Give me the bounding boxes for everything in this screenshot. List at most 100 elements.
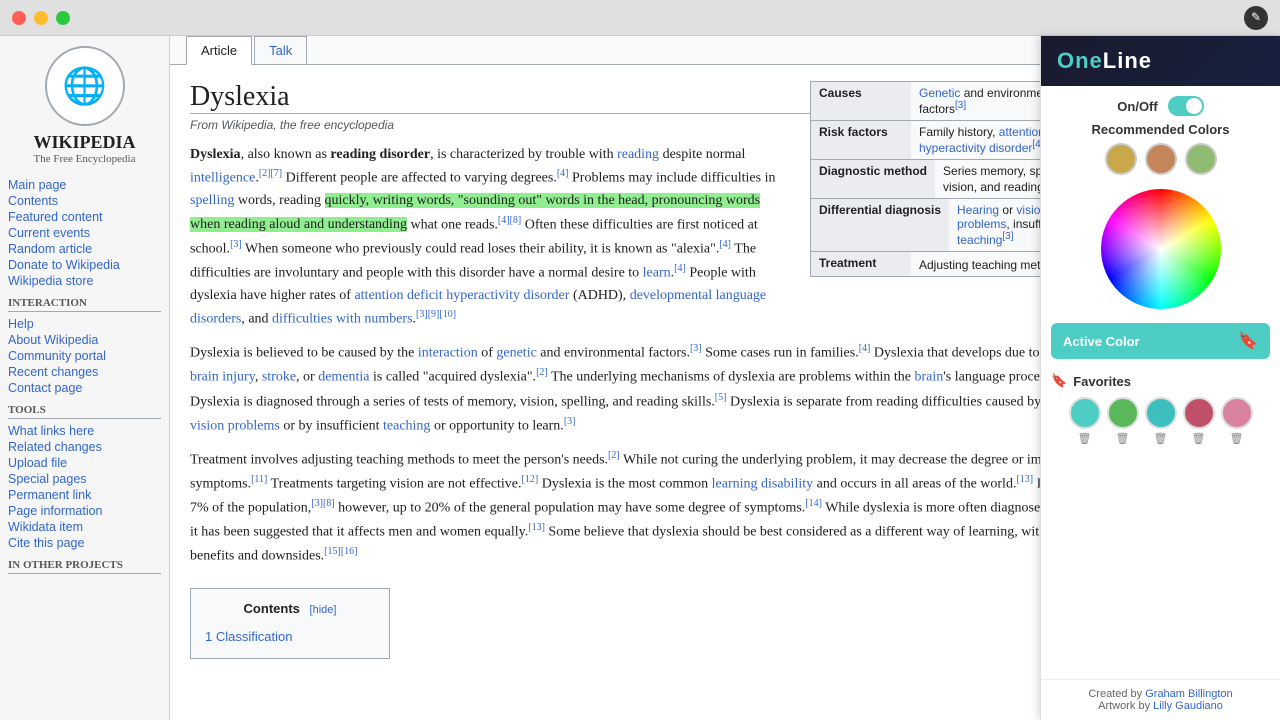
oneline-logo-text: One xyxy=(1057,48,1103,73)
sidebar-item-current-events[interactable]: Current events xyxy=(8,225,161,241)
fav-delete-4[interactable]: 🗑 xyxy=(1192,432,1206,445)
ref-3-9-10[interactable]: [3][9][10] xyxy=(416,309,456,320)
sidebar-item-random[interactable]: Random article xyxy=(8,241,161,257)
ref-2b[interactable]: [2] xyxy=(608,450,620,461)
other-heading: In other projects xyxy=(8,559,161,574)
fav-color-1[interactable] xyxy=(1069,397,1101,429)
contents-num: 1 xyxy=(205,629,216,644)
fav-delete-1[interactable]: 🗑 xyxy=(1078,432,1092,445)
ref-15-16[interactable]: [15][16] xyxy=(324,546,357,557)
interaction-link[interactable]: interaction xyxy=(418,346,478,361)
learning-disability-link[interactable]: learning disability xyxy=(712,476,813,491)
stroke-link[interactable]: stroke xyxy=(262,370,296,385)
dementia-link[interactable]: dementia xyxy=(318,370,369,385)
sidebar-nav-section: Main page Contents Featured content Curr… xyxy=(8,177,161,289)
ref-14[interactable]: [14] xyxy=(805,498,822,509)
sidebar-item-related[interactable]: Related changes xyxy=(8,439,161,455)
fav-color-3[interactable] xyxy=(1145,397,1177,429)
creator-name-link[interactable]: Graham Billington xyxy=(1145,688,1232,700)
oneline-logo-accent: Line xyxy=(1103,48,1152,73)
artwork-label: Artwork by xyxy=(1098,700,1150,712)
active-color-bar[interactable]: Active Color 🔖 xyxy=(1051,323,1270,359)
ref-4b[interactable]: [4] xyxy=(719,239,731,250)
sidebar-item-upload[interactable]: Upload file xyxy=(8,455,161,471)
ref-4c[interactable]: [4] xyxy=(674,263,686,274)
spelling-link[interactable]: spelling xyxy=(190,193,234,208)
swatch-2[interactable] xyxy=(1145,143,1177,175)
adhd-link[interactable]: attention deficit hyperactivity disorder xyxy=(354,288,569,303)
sidebar-item-donate[interactable]: Donate to Wikipedia xyxy=(8,257,161,273)
sidebar-item-help[interactable]: Help xyxy=(8,316,161,332)
color-wheel[interactable] xyxy=(1101,189,1221,309)
minimize-button[interactable] xyxy=(34,11,48,25)
tab-talk[interactable]: Talk xyxy=(254,36,307,64)
sidebar-item-page-info[interactable]: Page information xyxy=(8,503,161,519)
contents-classification[interactable]: Classification xyxy=(216,629,293,644)
sidebar-item-about[interactable]: About Wikipedia xyxy=(8,332,161,348)
ref-4a[interactable]: [4] xyxy=(557,168,569,179)
sidebar-item-contact[interactable]: Contact page xyxy=(8,380,161,396)
teaching-link2[interactable]: teaching xyxy=(383,418,430,433)
fav-color-5[interactable] xyxy=(1221,397,1253,429)
ref-2-7[interactable]: [2][7] xyxy=(259,168,282,179)
maximize-button[interactable] xyxy=(56,11,70,25)
differential-ref[interactable]: [3] xyxy=(1002,231,1013,242)
sidebar-item-recent[interactable]: Recent changes xyxy=(8,364,161,380)
ref-3-8[interactable]: [3][8] xyxy=(311,498,334,509)
ref-11[interactable]: [11] xyxy=(251,474,267,485)
dyscalculia-link[interactable]: difficulties with numbers xyxy=(272,312,413,327)
fav-delete-2[interactable]: 🗑 xyxy=(1116,432,1130,445)
causes-genetic-link[interactable]: Genetic xyxy=(919,86,960,100)
ref-12[interactable]: [12] xyxy=(522,474,539,485)
toggle-switch[interactable] xyxy=(1168,96,1204,116)
sidebar-item-store[interactable]: Wikipedia store xyxy=(8,273,161,289)
tab-article[interactable]: Article xyxy=(186,36,252,65)
sidebar-interaction-section: Interaction Help About Wikipedia Communi… xyxy=(8,297,161,396)
close-button[interactable] xyxy=(12,11,26,25)
sidebar-item-special[interactable]: Special pages xyxy=(8,471,161,487)
ref-3a[interactable]: [3] xyxy=(230,239,242,250)
ref-5a[interactable]: [5] xyxy=(715,392,727,403)
fav-color-4[interactable] xyxy=(1183,397,1215,429)
sidebar-item-featured[interactable]: Featured content xyxy=(8,209,161,225)
ref-3b[interactable]: [3] xyxy=(690,343,702,354)
fav-delete-5[interactable]: 🗑 xyxy=(1230,432,1244,445)
hearing-link[interactable]: Hearing xyxy=(957,203,999,217)
contents-box: Contents [hide] 1 Classification xyxy=(190,588,390,660)
ref-13a[interactable]: [13] xyxy=(1016,474,1033,485)
fav-color-2[interactable] xyxy=(1107,397,1139,429)
ref-3c[interactable]: [3] xyxy=(564,416,576,427)
oneline-header: OneLine xyxy=(1041,36,1280,86)
brain-link[interactable]: brain xyxy=(915,370,944,385)
sidebar-item-cite[interactable]: Cite this page xyxy=(8,535,161,551)
reading-link[interactable]: reading xyxy=(617,147,659,162)
ref-4-8[interactable]: [4][8] xyxy=(498,215,521,226)
contents-hide[interactable]: [hide] xyxy=(310,604,337,616)
genetic-link[interactable]: genetic xyxy=(496,346,536,361)
favorites-grid: 🗑 🗑 🗑 🗑 🗑 xyxy=(1051,397,1270,445)
toggle-knob xyxy=(1186,98,1202,114)
ref-2a[interactable]: [2] xyxy=(536,367,548,378)
infobox-label-diagnostic: Diagnostic method xyxy=(811,160,935,198)
sidebar-item-community[interactable]: Community portal xyxy=(8,348,161,364)
swatch-1[interactable] xyxy=(1105,143,1137,175)
interaction-heading: Interaction xyxy=(8,297,161,312)
contents-item-1[interactable]: 1 Classification xyxy=(205,626,375,649)
ref-4d[interactable]: [4] xyxy=(859,343,871,354)
artwork-name-link[interactable]: Lilly Gaudiano xyxy=(1153,700,1223,712)
sidebar-item-permanent[interactable]: Permanent link xyxy=(8,487,161,503)
ref-13b[interactable]: [13] xyxy=(528,522,545,533)
bookmark-icon[interactable]: 🔖 xyxy=(1238,331,1258,351)
causes-ref[interactable]: [3] xyxy=(955,100,966,111)
toggle-label: On/Off xyxy=(1117,99,1157,114)
intelligence-link[interactable]: intelligence xyxy=(190,171,255,186)
sidebar-item-contents[interactable]: Contents xyxy=(8,193,161,209)
sidebar-item-main-page[interactable]: Main page xyxy=(8,177,161,193)
vision-link[interactable]: vision problems xyxy=(190,418,280,433)
swatch-3[interactable] xyxy=(1185,143,1217,175)
sidebar-item-what-links[interactable]: What links here xyxy=(8,423,161,439)
learn-link[interactable]: learn xyxy=(643,266,671,281)
fav-delete-3[interactable]: 🗑 xyxy=(1154,432,1168,445)
sidebar-item-wikidata[interactable]: Wikidata item xyxy=(8,519,161,535)
teaching-link[interactable]: teaching xyxy=(957,233,1002,247)
